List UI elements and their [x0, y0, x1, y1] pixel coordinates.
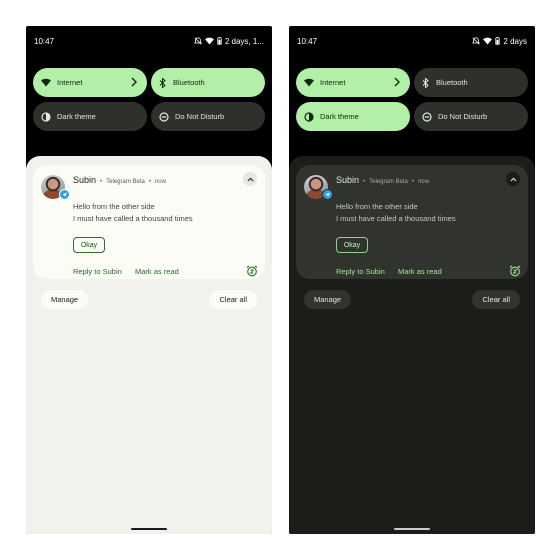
- battery-text: 2 days: [503, 36, 527, 46]
- quick-reply-okay-button[interactable]: Okay: [336, 237, 368, 253]
- chevron-up-icon: [247, 177, 253, 181]
- app-name: Telegram Beta: [369, 179, 408, 185]
- tile-dark-theme[interactable]: Dark theme: [296, 102, 410, 131]
- notification-header: Subin • Telegram Beta • now: [336, 175, 429, 185]
- phone-dark-theme: 10:47 2 days Internet Bluetooth Dark the…: [289, 26, 535, 534]
- separator: •: [100, 179, 103, 185]
- mute-icon: [193, 37, 202, 45]
- tile-dark-theme-label: Dark theme: [320, 112, 359, 121]
- tile-dnd-label: Do Not Disturb: [438, 112, 488, 121]
- chevron-right-icon: [131, 77, 137, 87]
- manage-button[interactable]: Manage: [304, 290, 352, 309]
- tile-dnd-label: Do Not Disturb: [175, 112, 225, 121]
- do-not-disturb-icon: [422, 111, 432, 122]
- separator: •: [363, 179, 366, 185]
- notification-card[interactable]: Subin • Telegram Beta • now Hello from t…: [33, 165, 265, 279]
- notification-shade: Subin • Telegram Beta • now Hello from t…: [26, 156, 272, 534]
- message-line-1: Hello from the other side: [73, 202, 155, 211]
- tile-bluetooth-label: Bluetooth: [436, 78, 468, 87]
- manage-button[interactable]: Manage: [41, 290, 89, 309]
- tile-internet[interactable]: Internet: [33, 68, 147, 97]
- clear-all-button[interactable]: Clear all: [472, 290, 520, 309]
- snooze-icon[interactable]: [246, 265, 258, 277]
- tile-internet[interactable]: Internet: [296, 68, 410, 97]
- notification-header: Subin • Telegram Beta • now: [73, 175, 166, 185]
- tile-bluetooth[interactable]: Bluetooth: [151, 68, 265, 97]
- mark-as-read-action[interactable]: Mark as read: [398, 267, 442, 276]
- battery-text: 2 days, 1...: [224, 36, 264, 46]
- tile-bluetooth-label: Bluetooth: [173, 78, 205, 87]
- tile-dark-theme[interactable]: Dark theme: [33, 102, 147, 131]
- phone-light-theme: 10:47 2 days, 1... Internet Bluetooth Da…: [26, 26, 272, 534]
- tile-do-not-disturb[interactable]: Do Not Disturb: [151, 102, 265, 131]
- wifi-icon: [41, 78, 51, 87]
- telegram-badge-icon: [59, 189, 70, 200]
- status-bar: 10:47 2 days: [289, 26, 535, 56]
- wifi-icon: [483, 37, 493, 45]
- dark-theme-icon: [304, 111, 314, 122]
- gesture-handle[interactable]: [394, 528, 430, 530]
- tile-dark-theme-label: Dark theme: [57, 112, 96, 121]
- sender-name: Subin: [336, 175, 360, 185]
- chevron-right-icon: [394, 77, 400, 87]
- mute-icon: [472, 37, 481, 45]
- wifi-icon: [304, 78, 314, 87]
- snooze-icon[interactable]: [509, 265, 521, 277]
- notification-time: now: [154, 179, 166, 185]
- notification-shade: Subin • Telegram Beta • now Hello from t…: [289, 156, 535, 534]
- tile-bluetooth[interactable]: Bluetooth: [414, 68, 528, 97]
- collapse-button[interactable]: [243, 172, 257, 186]
- tile-do-not-disturb[interactable]: Do Not Disturb: [414, 102, 528, 131]
- reply-action[interactable]: Reply to Subin: [73, 267, 122, 276]
- notification-card[interactable]: Subin • Telegram Beta • now Hello from t…: [296, 165, 528, 279]
- tile-internet-label: Internet: [57, 78, 83, 87]
- quick-settings: Internet Bluetooth Dark theme Do Not Dis…: [296, 68, 528, 131]
- battery-icon: [495, 37, 501, 45]
- reply-action[interactable]: Reply to Subin: [336, 267, 385, 276]
- bluetooth-icon: [422, 77, 429, 88]
- tile-internet-label: Internet: [320, 78, 346, 87]
- clear-all-button[interactable]: Clear all: [209, 290, 257, 309]
- separator: •: [148, 179, 151, 185]
- notification-time: now: [417, 179, 429, 185]
- mark-as-read-action[interactable]: Mark as read: [135, 267, 179, 276]
- message-line-2: I must have called a thousand times: [73, 214, 193, 223]
- wifi-icon: [204, 37, 214, 45]
- separator: •: [411, 179, 414, 185]
- collapse-button[interactable]: [506, 172, 520, 186]
- battery-icon: [217, 37, 222, 45]
- dark-theme-icon: [41, 111, 51, 122]
- quick-reply-okay-button[interactable]: Okay: [73, 237, 105, 253]
- chevron-up-icon: [510, 177, 516, 181]
- message-line-2: I must have called a thousand times: [336, 214, 456, 223]
- bluetooth-icon: [159, 77, 166, 88]
- do-not-disturb-icon: [159, 111, 169, 122]
- clock: 10:47: [297, 36, 318, 46]
- quick-settings: Internet Bluetooth Dark theme Do Not Dis…: [33, 68, 265, 131]
- message-line-1: Hello from the other side: [336, 202, 418, 211]
- sender-name: Subin: [73, 175, 97, 185]
- app-name: Telegram Beta: [106, 179, 145, 185]
- clock: 10:47: [34, 36, 55, 46]
- telegram-badge-icon: [322, 189, 333, 200]
- status-bar: 10:47 2 days, 1...: [26, 26, 272, 56]
- gesture-handle[interactable]: [131, 528, 167, 530]
